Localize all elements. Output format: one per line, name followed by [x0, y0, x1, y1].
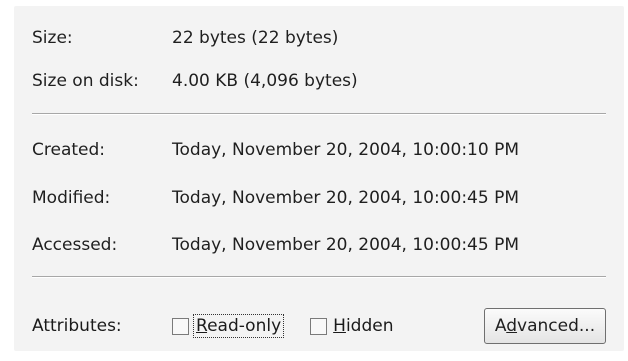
attributes-row: Attributes: Read-only Hidden Advanced... — [32, 306, 606, 346]
modified-row: Modified: Today, November 20, 2004, 10:0… — [32, 183, 606, 213]
size-row: Size: 22 bytes (22 bytes) — [32, 23, 606, 53]
read-only-checkbox-box[interactable] — [172, 317, 189, 335]
advanced-button[interactable]: Advanced... — [484, 308, 606, 344]
accessed-row: Accessed: Today, November 20, 2004, 10:0… — [32, 230, 606, 260]
hidden-checkbox[interactable]: Hidden — [310, 316, 393, 336]
read-only-label: Read-only — [192, 314, 285, 338]
file-properties-panel: Size: 22 bytes (22 bytes) Size on disk: … — [14, 6, 624, 351]
hidden-label-rest: idden — [345, 316, 394, 336]
advanced-label-rest: vanced... — [517, 316, 596, 336]
size-value: 22 bytes (22 bytes) — [172, 28, 339, 48]
created-label: Created: — [32, 140, 106, 160]
hidden-mnemonic: H — [333, 316, 346, 336]
modified-value: Today, November 20, 2004, 10:00:45 PM — [172, 188, 519, 208]
separator — [32, 276, 606, 278]
size-label: Size: — [32, 28, 73, 48]
modified-label: Modified: — [32, 188, 111, 208]
created-row: Created: Today, November 20, 2004, 10:00… — [32, 135, 606, 165]
advanced-label: Advanced... — [495, 316, 595, 336]
created-value: Today, November 20, 2004, 10:00:10 PM — [172, 140, 519, 160]
size-on-disk-row: Size on disk: 4.00 KB (4,096 bytes) — [32, 66, 606, 96]
attributes-label: Attributes: — [32, 316, 122, 336]
advanced-label-prefix: A — [494, 316, 507, 336]
accessed-label: Accessed: — [32, 235, 118, 255]
hidden-checkbox-box[interactable] — [310, 317, 328, 335]
size-on-disk-value: 4.00 KB (4,096 bytes) — [172, 71, 358, 91]
read-only-label-rest: ead-only — [207, 316, 282, 336]
hidden-label: Hidden — [333, 316, 393, 336]
advanced-mnemonic: d — [506, 316, 518, 336]
accessed-value: Today, November 20, 2004, 10:00:45 PM — [172, 235, 519, 255]
separator — [32, 113, 606, 115]
size-on-disk-label: Size on disk: — [32, 71, 139, 91]
read-only-mnemonic: R — [196, 316, 208, 336]
read-only-checkbox[interactable]: Read-only — [172, 314, 285, 338]
